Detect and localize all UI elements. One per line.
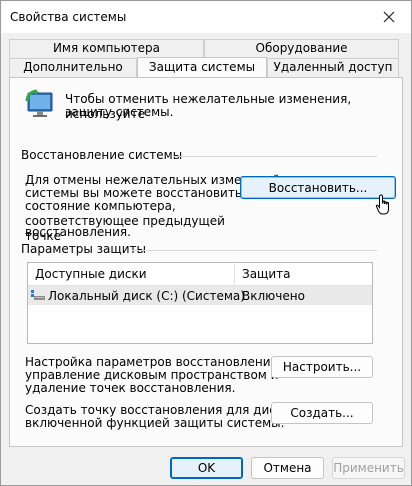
ok-button[interactable]: OK (170, 457, 243, 479)
restore-group-label: Восстановление системы (21, 148, 183, 162)
close-button[interactable] (367, 1, 411, 33)
tabs-row-bottom: Дополнительно Защита системы Удаленный д… (9, 57, 399, 77)
tab-advanced[interactable]: Дополнительно (9, 58, 137, 77)
tab-remote[interactable]: Удаленный доступ (267, 58, 399, 77)
intro-text-line2: защиту системы. (65, 105, 174, 119)
close-icon (383, 11, 395, 23)
window-title: Свойства системы (10, 10, 127, 24)
drive-name: Локальный диск (C:) (Система) (48, 289, 245, 303)
drive-icon (31, 289, 45, 301)
system-protection-icon (25, 89, 59, 121)
create-button[interactable]: Создать... (271, 402, 373, 424)
tabs-row-top: Имя компьютера Оборудование (9, 39, 399, 58)
restore-desc-line4: восстановления. (25, 225, 131, 239)
protection-group-divider (132, 250, 377, 251)
drive-protection-status: Включено (242, 289, 305, 303)
apply-button[interactable]: Применить (332, 457, 405, 479)
drives-list[interactable]: Доступные диски Защита Локальный диск (C… (27, 262, 373, 344)
configure-text-line3: удаление точек восстановления. (25, 381, 236, 395)
hand-cursor-icon (375, 194, 393, 216)
system-properties-window: Свойства системы Имя компьютера Оборудов… (0, 0, 412, 486)
configure-button[interactable]: Настроить... (271, 356, 373, 378)
table-row[interactable]: Локальный диск (C:) (Система) Включено (28, 286, 372, 305)
drives-list-header: Доступные диски Защита (28, 263, 372, 286)
column-header-protection[interactable]: Защита (242, 267, 291, 281)
tab-hardware[interactable]: Оборудование (204, 39, 399, 58)
restore-group-divider (173, 156, 377, 157)
protection-group-label: Параметры защиты (21, 242, 146, 256)
column-header-drives[interactable]: Доступные диски (35, 267, 147, 281)
tab-computer-name[interactable]: Имя компьютера (9, 39, 204, 58)
cancel-button[interactable]: Отмена (251, 457, 324, 479)
title-bar[interactable]: Свойства системы (1, 1, 411, 33)
create-text-line2: включенной функцией защиты системы. (25, 416, 285, 430)
column-divider[interactable] (234, 263, 235, 285)
restore-button[interactable]: Восстановить... (240, 176, 396, 199)
tab-system-protection[interactable]: Защита системы (137, 57, 267, 77)
